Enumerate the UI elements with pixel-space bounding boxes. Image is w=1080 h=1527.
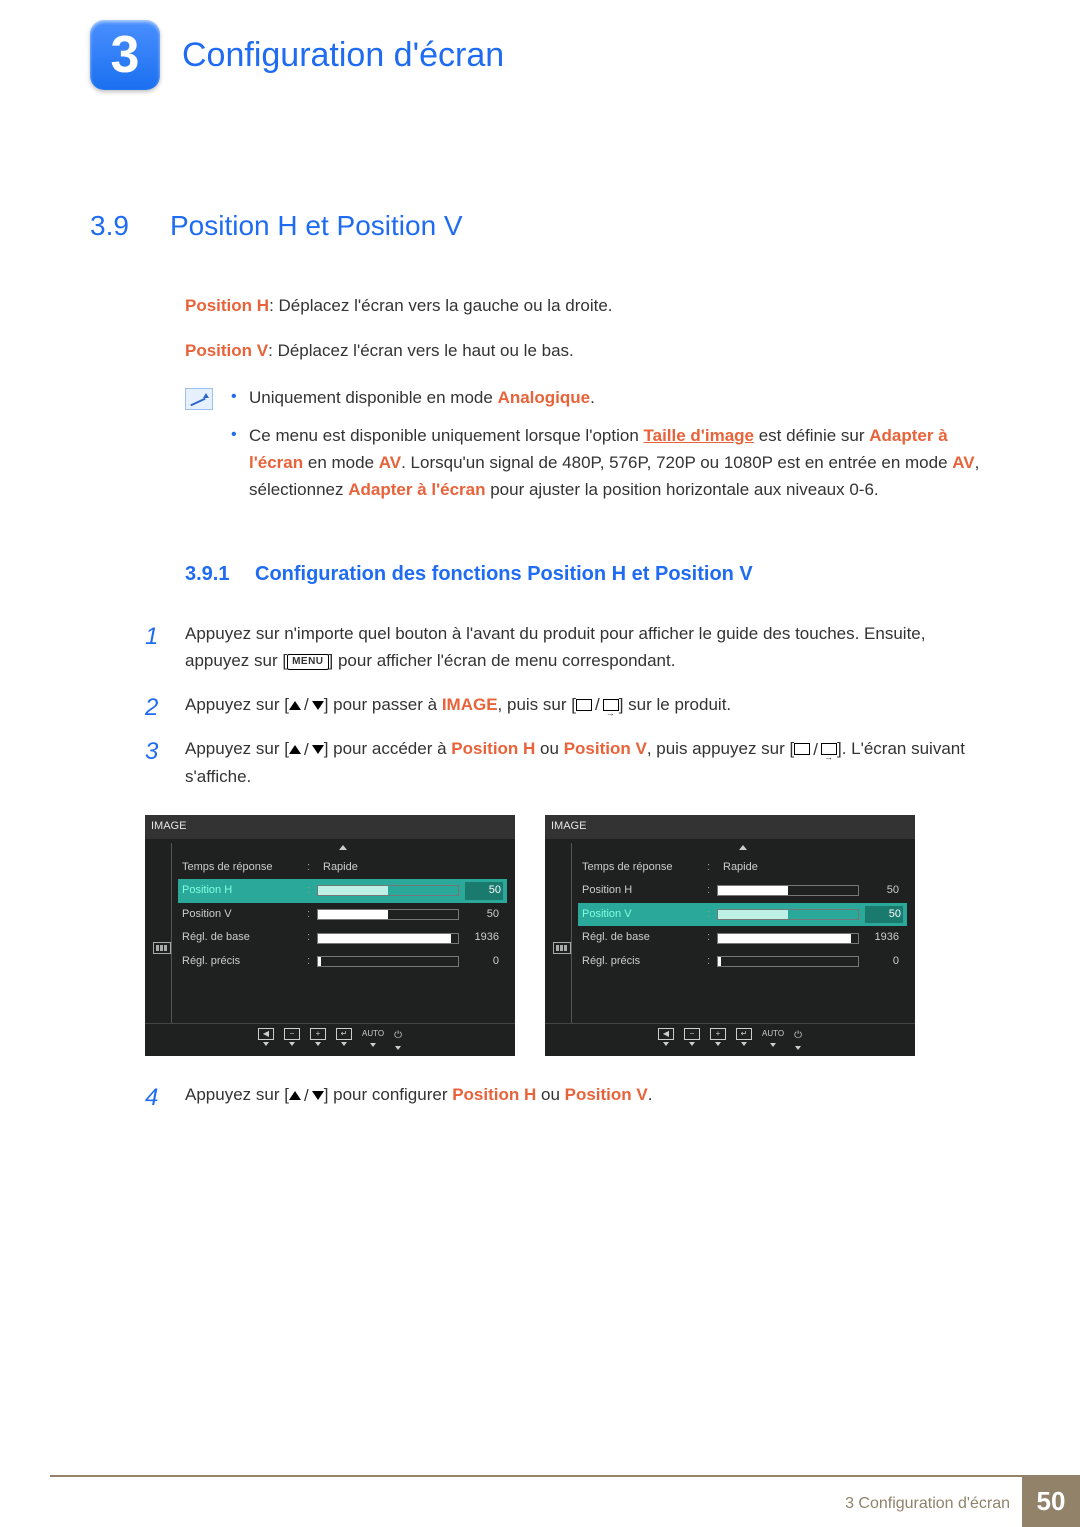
- auto-label: AUTO: [762, 1028, 784, 1041]
- power-icon: ⏻: [394, 1028, 402, 1044]
- position-v-text: : Déplacez l'écran vers le haut ou le ba…: [268, 341, 574, 360]
- section-title: Position H et Position V: [170, 210, 463, 242]
- minus-icon: −: [284, 1028, 300, 1040]
- plus-icon: +: [310, 1028, 326, 1040]
- osd-title: IMAGE: [545, 815, 915, 839]
- osd-row-fine: Régl. précis: 0: [578, 950, 907, 974]
- step-4: Appuyez sur [/] pour configurer Position…: [145, 1081, 990, 1109]
- page-footer: 3 Configuration d'écran 50: [0, 1475, 1080, 1527]
- position-h-desc: Position H: Déplacez l'écran vers la gau…: [185, 292, 990, 319]
- osd-footer: ◀ − + ↵ AUTO ⏻: [145, 1023, 515, 1054]
- page: 3 Configuration d'écran 3.9 Position H e…: [0, 0, 1080, 1527]
- osd-row-base: Régl. de base: 1936: [578, 926, 907, 950]
- section-number: 3.9: [90, 210, 170, 242]
- up-down-keys: /: [289, 736, 324, 763]
- up-down-keys: /: [289, 1082, 324, 1109]
- enter-icon: ↵: [736, 1028, 752, 1040]
- minus-icon: −: [684, 1028, 700, 1040]
- subsection-number: 3.9.1: [185, 558, 255, 590]
- position-h-label: Position H: [185, 296, 269, 315]
- position-h-text: : Déplacez l'écran vers la gauche ou la …: [269, 296, 612, 315]
- auto-label: AUTO: [362, 1028, 384, 1041]
- note-item-2: Ce menu est disponible uniquement lorsqu…: [231, 422, 990, 504]
- image-size-link[interactable]: Taille d'image: [644, 426, 754, 445]
- footer-chapter-label: 3 Configuration d'écran: [845, 1495, 1010, 1513]
- note-list: Uniquement disponible en mode Analogique…: [231, 384, 990, 513]
- osd-title: IMAGE: [145, 815, 515, 839]
- page-number: 50: [1022, 1475, 1080, 1527]
- body: Position H: Déplacez l'écran vers la gau…: [185, 292, 990, 1110]
- osd-row-position-v: Position V: 50: [578, 903, 907, 927]
- chapter-header: 3 Configuration d'écran: [90, 0, 990, 90]
- scroll-up-icon: [739, 845, 747, 850]
- battery-icon: [153, 942, 171, 954]
- subsection-heading: 3.9.1 Configuration des fonctions Positi…: [185, 558, 990, 590]
- step-3: Appuyez sur [/] pour accéder à Position …: [145, 735, 990, 1057]
- power-icon: ⏻: [794, 1028, 802, 1044]
- osd-screenshots: IMAGE Temps de réponse:Rapide Position H…: [145, 815, 990, 1057]
- osd-row-fine: Régl. précis: 0: [178, 950, 507, 974]
- position-v-desc: Position V: Déplacez l'écran vers le hau…: [185, 337, 990, 364]
- enter-keys: /: [794, 736, 837, 763]
- osd-row-response: Temps de réponse:Rapide: [178, 856, 507, 880]
- step-2: Appuyez sur [/] pour passer à IMAGE, pui…: [145, 691, 990, 719]
- osd-row-base: Régl. de base: 1936: [178, 926, 507, 950]
- enter-keys: /: [576, 691, 619, 718]
- section-heading: 3.9 Position H et Position V: [90, 210, 990, 242]
- step-1: Appuyez sur n'importe quel bouton à l'av…: [145, 620, 990, 674]
- position-v-label: Position V: [185, 341, 268, 360]
- plus-icon: +: [710, 1028, 726, 1040]
- battery-icon: [553, 942, 571, 954]
- back-icon: ◀: [258, 1028, 274, 1040]
- scroll-up-icon: [339, 845, 347, 850]
- chapter-number-badge: 3: [90, 20, 160, 90]
- steps-list: Appuyez sur n'importe quel bouton à l'av…: [145, 620, 990, 1109]
- note-item-1: Uniquement disponible en mode Analogique…: [231, 384, 990, 411]
- osd-row-position-v: Position V: 50: [178, 903, 507, 927]
- note-icon: [185, 388, 213, 410]
- osd-row-position-h: Position H: 50: [578, 879, 907, 903]
- osd-row-position-h: Position H: 50: [178, 879, 507, 903]
- osd-footer: ◀ − + ↵ AUTO ⏻: [545, 1023, 915, 1054]
- enter-icon: ↵: [336, 1028, 352, 1040]
- subsection-title: Configuration des fonctions Position H e…: [255, 558, 753, 590]
- note-block: Uniquement disponible en mode Analogique…: [185, 384, 990, 513]
- up-down-keys: /: [289, 691, 324, 718]
- osd-row-response: Temps de réponse:Rapide: [578, 856, 907, 880]
- osd-panel-position-h: IMAGE Temps de réponse:Rapide Position H…: [145, 815, 515, 1057]
- back-icon: ◀: [658, 1028, 674, 1040]
- menu-key: MENU: [287, 654, 328, 670]
- osd-panel-position-v: IMAGE Temps de réponse:Rapide Position H…: [545, 815, 915, 1057]
- chapter-title: Configuration d'écran: [182, 36, 504, 75]
